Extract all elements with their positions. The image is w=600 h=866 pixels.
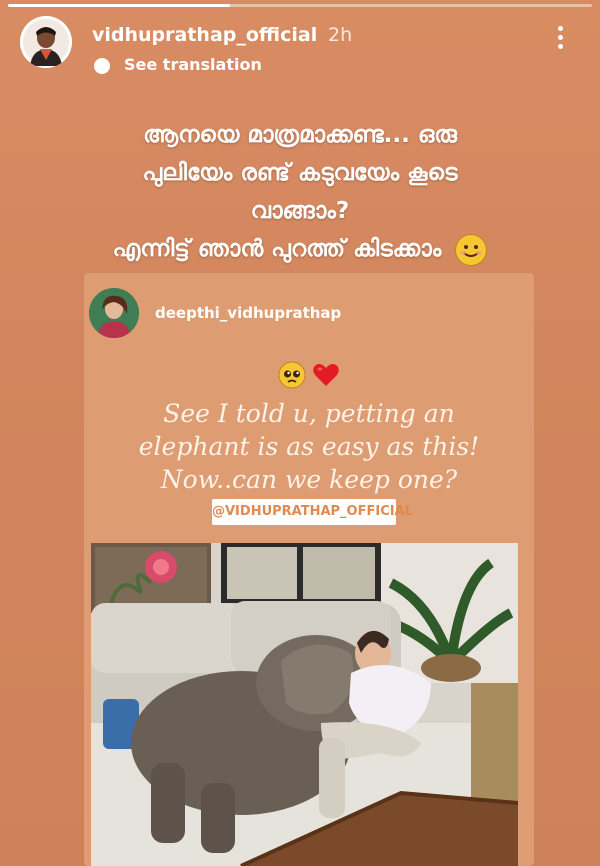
mention-sticker[interactable]: @VIDHUPRATHAP_OFFICIAL <box>212 499 413 525</box>
shared-post-card[interactable]: deepthi_vidhuprathap See I told u, petti… <box>84 273 534 866</box>
avatar-image <box>20 16 72 68</box>
story-progress-bar <box>8 4 592 7</box>
avatar[interactable] <box>20 16 72 68</box>
story-time: 2h <box>328 24 353 46</box>
caption-line: ആനയെ മാത്രമാക്കണ്ട... ഒരു <box>143 122 457 148</box>
story-progress-fill <box>8 4 230 7</box>
caption-line: പുലിയേം രണ്ട് കടുവയേം കൂടെ <box>142 160 458 186</box>
shared-text-line: elephant is as easy as this! <box>138 432 480 461</box>
story-username[interactable]: vidhuprathap_official <box>92 24 317 46</box>
caption-line: വാങ്ങാം? <box>250 198 350 224</box>
smiling-face-icon <box>455 233 488 266</box>
see-translation-label: See translation <box>124 55 262 74</box>
caption-line: എന്നിട്ട് ഞാൻ പുറത്ത് കിടക്കാം <box>112 236 442 262</box>
story-header: vidhuprathap_official 2h See translation <box>20 16 580 76</box>
caption-line-last: എന്നിട്ട് ഞാൻ പുറത്ത് കിടക്കാം <box>20 230 580 268</box>
shared-post-text: See I told u, petting an elephant is as … <box>84 397 534 496</box>
shared-post-header: deepthi_vidhuprathap <box>84 273 534 339</box>
shared-avatar[interactable] <box>89 288 139 338</box>
shared-post-username[interactable]: deepthi_vidhuprathap <box>155 304 341 322</box>
shared-avatar-image <box>89 288 139 338</box>
shared-text-line: See I told u, petting an <box>163 399 455 428</box>
pleading-face-icon <box>278 361 306 389</box>
translate-icon <box>94 58 110 74</box>
elephant-photo <box>91 543 518 866</box>
red-heart-icon <box>312 364 339 386</box>
story-caption: ആനയെ മാത്രമാക്കണ്ട... ഒരു പുലിയേം രണ്ട് … <box>20 116 580 268</box>
shared-text-line: Now..can we keep one? <box>160 465 458 494</box>
shared-emoji-row <box>84 361 534 391</box>
story-frame: vidhuprathap_official 2h See translation… <box>0 0 600 866</box>
more-options-icon[interactable] <box>548 22 572 58</box>
